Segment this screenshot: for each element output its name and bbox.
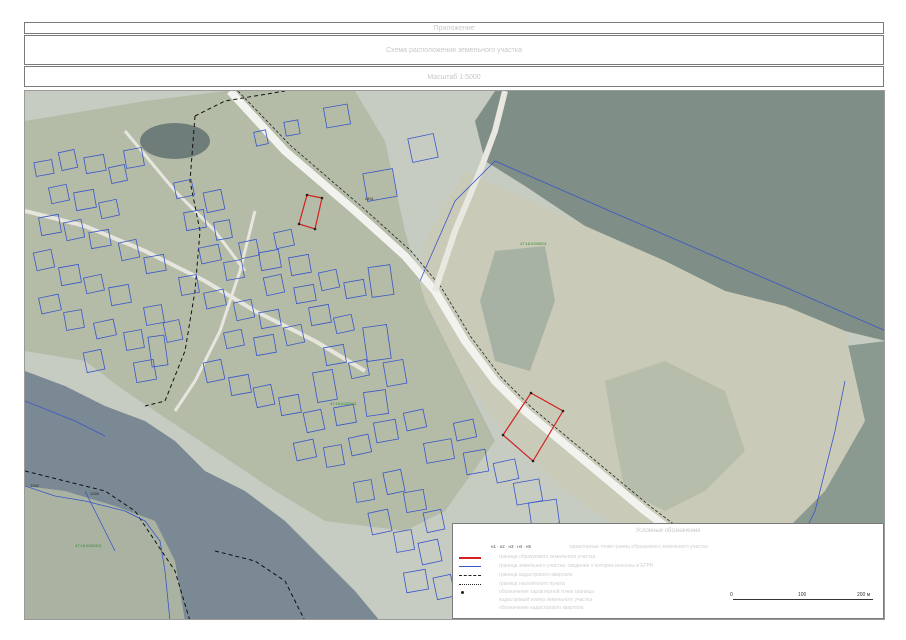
quarter-label-sw: 47:16:0331001 <box>75 543 102 548</box>
legend-row-red-line: граница образуемого земельного участка <box>459 554 879 562</box>
header-subtitle-text: Схема расположения земельного участка <box>386 47 522 54</box>
header-row-subtitle: Схема расположения земельного участка <box>24 35 884 65</box>
legend-row-dash-line: граница кадастрового квартала <box>459 572 879 580</box>
quarter-label-ne: 47:16:0330001 <box>520 241 547 246</box>
legend-row-points: н1 ∙ н2 ∙ н3 ∙ н4 ∙ н5 характерные точки… <box>459 544 879 552</box>
legend-text-points: характерные точки границ образуемого зем… <box>569 544 708 550</box>
legend-point-labels: н1 ∙ н2 ∙ н3 ∙ н4 ∙ н5 <box>491 544 531 549</box>
legend-text-dashdot-line: граница населённого пункта <box>499 581 565 587</box>
legend-text-red-line: граница образуемого земельного участка <box>499 554 596 560</box>
legend-text-blue-line: граница земельного участка, сведения о к… <box>499 563 654 569</box>
legend-red-line-symbol <box>459 557 481 559</box>
scale-mid-label: 100 <box>798 592 807 598</box>
header-scale-text: Масштаб 1:5000 <box>427 74 481 81</box>
scale-left-label: 0 <box>730 592 733 598</box>
area-label-1: 2451 <box>365 196 374 201</box>
quarter-label-center: 47:16:0332001 <box>330 401 357 406</box>
legend-row-green: обозначение кадастрового квартала <box>459 605 879 613</box>
legend-text-green: обозначение кадастрового квартала <box>499 605 584 611</box>
legend-text-point: обозначение характерной точки границы <box>499 589 595 595</box>
legend-point-symbol <box>461 591 464 594</box>
legend-blue-line-symbol <box>459 566 481 567</box>
area-label-3: 1265 <box>90 491 99 496</box>
header-row-scale: Масштаб 1:5000 <box>24 66 884 87</box>
legend-dashdot-line-symbol <box>459 584 481 585</box>
area-label-2: 1262 <box>30 483 39 488</box>
map-legend: Условные обозначения н1 ∙ н2 ∙ н3 ∙ н4 ∙… <box>452 523 884 619</box>
legend-text-number: кадастровый номер земельного участка <box>499 597 593 603</box>
legend-row-blue-line: граница земельного участка, сведения о к… <box>459 563 879 571</box>
legend-text-dash-line: граница кадастрового квартала <box>499 572 573 578</box>
scale-right-label: 200 м <box>857 592 871 598</box>
legend-title: Условные обозначения <box>635 528 701 534</box>
header-row-title: Приложение <box>24 22 884 34</box>
scale-bar-line <box>733 599 873 600</box>
legend-dash-line-symbol <box>459 575 481 576</box>
legend-row-dashdot-line: граница населённого пункта <box>459 581 879 589</box>
pond <box>140 123 210 159</box>
scale-bar: 0 100 200 м <box>730 592 883 604</box>
header-title-text: Приложение <box>433 25 475 32</box>
